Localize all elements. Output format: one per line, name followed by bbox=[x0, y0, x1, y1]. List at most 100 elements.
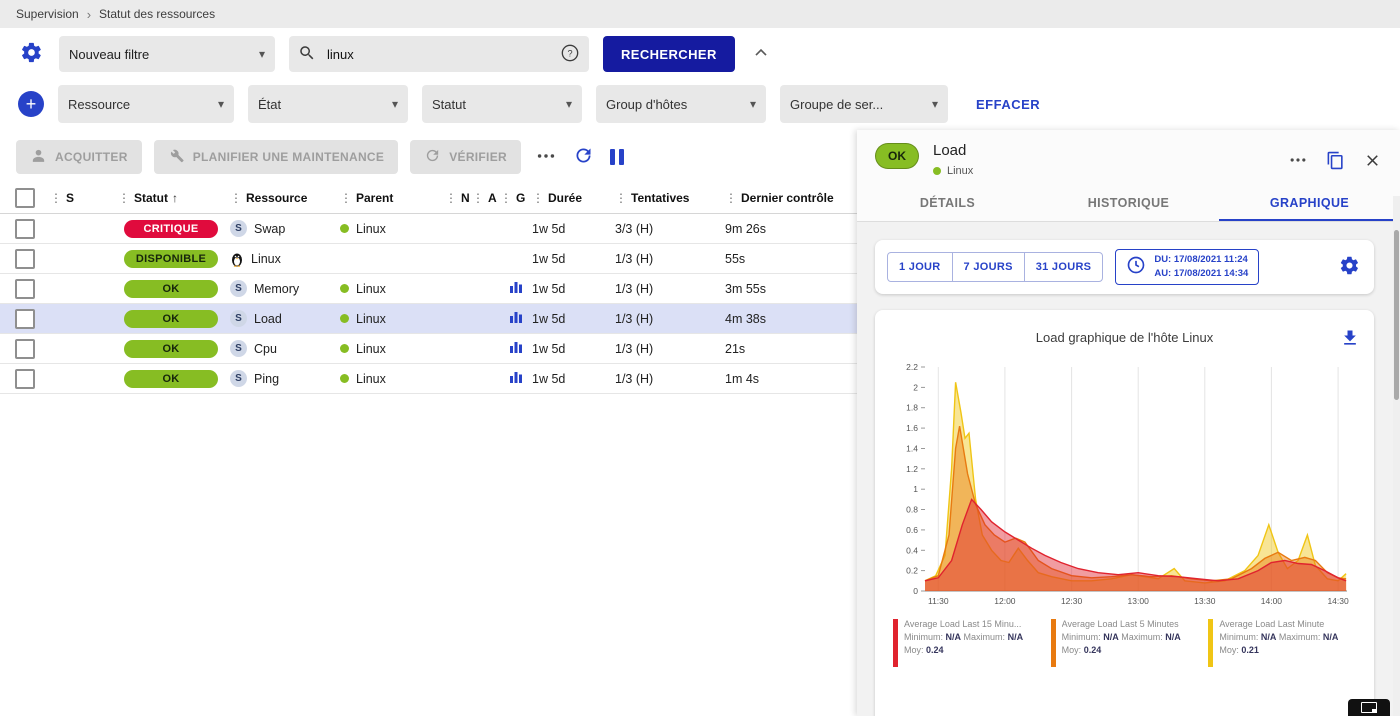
column-header[interactable]: ⋮ N bbox=[445, 191, 472, 205]
tries-cell: 1/3 (H) bbox=[615, 372, 725, 386]
table-row[interactable]: CRITIQUE S Swap Linux 1w 5d 3/3 (H) 9m 2… bbox=[0, 214, 857, 244]
search-icon bbox=[298, 44, 316, 65]
graph-icon[interactable] bbox=[509, 370, 523, 387]
column-header[interactable]: ⋮ Durée bbox=[532, 191, 615, 205]
row-checkbox[interactable] bbox=[15, 279, 35, 299]
help-icon[interactable]: ? bbox=[560, 43, 580, 66]
column-header[interactable]: ⋮ A bbox=[472, 191, 500, 205]
svg-text:0.6: 0.6 bbox=[906, 524, 918, 534]
graph-cell bbox=[500, 340, 532, 357]
search-button[interactable]: RECHERCHER bbox=[603, 36, 735, 72]
table-header: ⋮ S ⋮ Statut ↑ ⋮ Ressource ⋮ Parent ⋮ N … bbox=[0, 183, 857, 214]
panel-tab[interactable]: GRAPHIQUE bbox=[1219, 185, 1400, 221]
table-row[interactable]: OK S Load Linux 1w 5d 1/3 (H) 4m 38s bbox=[0, 304, 857, 334]
panel-more-button[interactable] bbox=[1286, 148, 1310, 175]
row-checkbox[interactable] bbox=[15, 369, 35, 389]
refresh-button[interactable] bbox=[571, 143, 596, 171]
more-horiz-icon bbox=[535, 145, 557, 170]
panel-title-block: Load Linux bbox=[933, 142, 973, 177]
graph-settings-button[interactable] bbox=[1337, 253, 1362, 281]
collapse-filters-button[interactable] bbox=[749, 41, 773, 68]
row-checkbox[interactable] bbox=[15, 339, 35, 359]
maintenance-button[interactable]: PLANIFIER UNE MAINTENANCE bbox=[154, 140, 399, 174]
legend-min-value: N/A bbox=[946, 632, 962, 642]
drag-handle-icon: ⋮ bbox=[615, 191, 627, 205]
drag-handle-icon: ⋮ bbox=[230, 191, 242, 205]
pause-button[interactable] bbox=[608, 147, 626, 167]
service-icon: S bbox=[230, 220, 247, 237]
row-checkbox[interactable] bbox=[15, 219, 35, 239]
range-from: DU: 17/08/2021 11:24 bbox=[1154, 253, 1248, 267]
check-button[interactable]: VÉRIFIER bbox=[410, 140, 521, 174]
svg-text:1: 1 bbox=[913, 484, 918, 494]
column-header[interactable]: ⋮ Parent bbox=[340, 191, 445, 205]
tries-cell: 1/3 (H) bbox=[615, 282, 725, 296]
svg-text:14:00: 14:00 bbox=[1260, 596, 1282, 606]
table-row[interactable]: OK S Memory Linux 1w 5d 1/3 (H) 3m 55s bbox=[0, 274, 857, 304]
graph-icon[interactable] bbox=[509, 280, 523, 297]
panel-scrollbar[interactable] bbox=[1393, 196, 1400, 716]
criteria-dropdown[interactable]: Statut ▾ bbox=[422, 85, 582, 123]
load-chart[interactable]: 00.20.40.60.811.21.41.61.822.211:3012:00… bbox=[895, 359, 1355, 615]
time-range-button[interactable]: 7 JOURS bbox=[952, 252, 1025, 282]
close-panel-button[interactable] bbox=[1361, 149, 1384, 175]
export-graph-button[interactable] bbox=[1338, 326, 1362, 353]
filter-settings-button[interactable] bbox=[18, 39, 45, 69]
column-header[interactable]: ⋮ Tentatives bbox=[615, 191, 725, 205]
svg-text:0.8: 0.8 bbox=[906, 504, 918, 514]
acknowledge-button[interactable]: ACQUITTER bbox=[16, 140, 142, 174]
panel-status-badge: OK bbox=[875, 143, 919, 169]
copy-link-button[interactable] bbox=[1324, 149, 1347, 175]
status-dot-icon bbox=[340, 224, 349, 233]
service-icon: S bbox=[230, 310, 247, 327]
graph-icon[interactable] bbox=[509, 340, 523, 357]
clear-filters-button[interactable]: EFFACER bbox=[970, 96, 1046, 113]
date-range-picker[interactable]: DU: 17/08/2021 11:24 AU: 17/08/2021 14:3… bbox=[1115, 249, 1259, 285]
criteria-dropdown[interactable]: Ressource ▾ bbox=[58, 85, 234, 123]
table-row[interactable]: DISPONIBLE Linux 1w 5d 1/3 (H) 55s bbox=[0, 244, 857, 274]
time-range-button[interactable]: 31 JOURS bbox=[1024, 252, 1104, 282]
service-icon: S bbox=[230, 340, 247, 357]
add-criteria-button[interactable]: + bbox=[18, 91, 44, 117]
column-header[interactable]: ⋮ Statut ↑ bbox=[118, 191, 230, 205]
more-actions-button[interactable] bbox=[533, 143, 559, 172]
column-header[interactable]: ⋮ S bbox=[50, 191, 118, 205]
graph-icon[interactable] bbox=[509, 310, 523, 327]
panel-parent: Linux bbox=[933, 165, 973, 177]
gear-icon bbox=[20, 41, 43, 67]
criteria-dropdown[interactable]: Group d'hôtes ▾ bbox=[596, 85, 766, 123]
criteria-dropdown[interactable]: État ▾ bbox=[248, 85, 408, 123]
resource-cell: S Cpu bbox=[230, 340, 340, 357]
legend-color-bar bbox=[893, 619, 898, 667]
drag-handle-icon: ⋮ bbox=[118, 191, 130, 205]
select-all-checkbox[interactable] bbox=[15, 188, 35, 208]
table-row[interactable]: OK S Ping Linux 1w 5d 1/3 (H) 1m 4s bbox=[0, 364, 857, 394]
panel-tab[interactable]: DÉTAILS bbox=[857, 185, 1038, 221]
criteria-dropdown[interactable]: Groupe de ser... ▾ bbox=[780, 85, 948, 123]
legend-item[interactable]: Average Load Last Minute Minimum: N/A Ma… bbox=[1208, 619, 1356, 667]
scrollbar-thumb[interactable] bbox=[1394, 230, 1399, 400]
resource-cell: S Load bbox=[230, 310, 340, 327]
parent-name: Linux bbox=[356, 282, 386, 296]
breadcrumb-item-supervision[interactable]: Supervision bbox=[16, 7, 79, 21]
legend-avg-label: Moy: bbox=[1219, 645, 1239, 655]
column-header[interactable]: ⋮ Dernier contrôle bbox=[725, 191, 857, 205]
column-header[interactable]: ⋮ G bbox=[500, 191, 532, 205]
saved-filter-select[interactable]: Nouveau filtre ▾ bbox=[59, 36, 275, 72]
row-checkbox[interactable] bbox=[15, 249, 35, 269]
last-check-cell: 1m 4s bbox=[725, 372, 857, 386]
legend-item[interactable]: Average Load Last 5 Minutes Minimum: N/A… bbox=[1051, 619, 1199, 667]
legend-item[interactable]: Average Load Last 15 Minu... Minimum: N/… bbox=[893, 619, 1041, 667]
column-header[interactable]: ⋮ Ressource bbox=[230, 191, 340, 205]
legend-text: Average Load Last 5 Minutes Minimum: N/A… bbox=[1062, 619, 1181, 667]
screencast-indicator[interactable] bbox=[1348, 699, 1390, 716]
acknowledge-label: ACQUITTER bbox=[55, 150, 128, 164]
legend-min-value: N/A bbox=[1261, 632, 1277, 642]
table-row[interactable]: OK S Cpu Linux 1w 5d 1/3 (H) 21s bbox=[0, 334, 857, 364]
time-range-button[interactable]: 1 JOUR bbox=[887, 252, 953, 282]
breadcrumb-item-statut-ressources[interactable]: Statut des ressources bbox=[99, 7, 215, 21]
search-input[interactable] bbox=[325, 46, 551, 63]
row-checkbox[interactable] bbox=[15, 309, 35, 329]
svg-text:1.4: 1.4 bbox=[906, 443, 918, 453]
panel-tab[interactable]: HISTORIQUE bbox=[1038, 185, 1219, 221]
